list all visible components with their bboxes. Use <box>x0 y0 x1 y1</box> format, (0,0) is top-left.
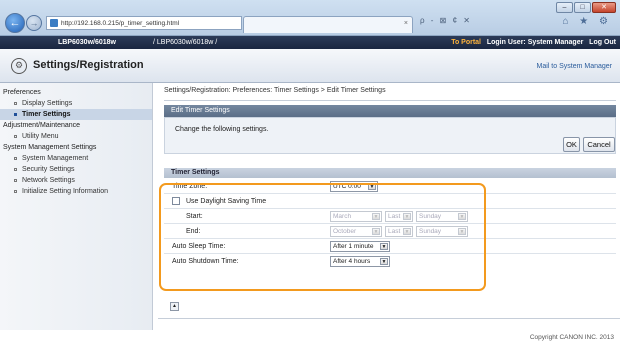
sidebar-item-network-settings[interactable]: Network Settings <box>0 175 152 186</box>
sidebar-item-label: Initialize Setting Information <box>22 188 108 195</box>
ok-button[interactable]: OK <box>563 137 580 152</box>
maximize-button[interactable]: □ <box>574 2 591 13</box>
header-links: To Portal Login User: System Manager Log… <box>451 36 616 49</box>
sidebar-item-label: System Management <box>22 155 89 162</box>
sidebar-item-initialize-settings[interactable]: Initialize Setting Information <box>0 186 152 197</box>
divider <box>164 100 616 101</box>
copyright-text: Copyright CANON INC. 2013 <box>529 334 614 341</box>
sidebar-item-label: Security Settings <box>22 166 75 173</box>
tab-close-icon[interactable]: × <box>404 20 408 27</box>
sidebar-item-timer-settings[interactable]: Timer Settings <box>0 109 152 120</box>
forward-button[interactable]: → <box>26 15 42 31</box>
panel-body: Change the following settings. <box>164 117 616 154</box>
sidebar-item-security-settings[interactable]: Security Settings <box>0 164 152 175</box>
cancel-button[interactable]: Cancel <box>583 137 615 152</box>
bullet-icon <box>14 168 17 171</box>
highlight-frame <box>159 183 486 291</box>
sidebar-section-adjustment[interactable]: Adjustment/Maintenance <box>0 120 152 131</box>
close-window-button[interactable]: ✕ <box>592 2 616 13</box>
sidebar-item-label: Timer Settings <box>22 111 71 118</box>
bullet-icon <box>14 113 17 116</box>
back-button[interactable]: ← <box>5 13 25 33</box>
sidebar-item-label: Network Settings <box>22 177 75 184</box>
footer-divider <box>158 318 620 319</box>
bullet-icon <box>14 135 17 138</box>
browser-tab[interactable]: × <box>243 16 413 33</box>
logout-link[interactable]: Log Out <box>589 39 616 46</box>
panel-title: Edit Timer Settings <box>164 105 616 117</box>
minimize-button[interactable]: – <box>556 2 573 13</box>
page-header: ⚙ Settings/Registration Mail to System M… <box>0 49 620 83</box>
page-title: Settings/Registration <box>33 59 144 71</box>
settings-logo-icon: ⚙ <box>11 58 27 74</box>
bullet-icon <box>14 157 17 160</box>
mail-to-manager-link[interactable]: Mail to System Manager <box>537 63 612 70</box>
scroll-top-icon[interactable]: ▲ <box>170 302 179 311</box>
browser-chrome: – □ ✕ ← → http://192.168.0.215/p_timer_s… <box>0 0 620 36</box>
favicon-icon <box>50 19 58 27</box>
sidebar-section-preferences[interactable]: Preferences <box>0 87 152 98</box>
toolbar-icons[interactable]: ⌂ ★ ⚙ <box>562 16 612 27</box>
sidebar-item-display-settings[interactable]: Display Settings <box>0 98 152 109</box>
window-controls: – □ ✕ <box>556 2 616 13</box>
section-title: Timer Settings <box>164 168 616 178</box>
bullet-icon <box>14 190 17 193</box>
device-path: / LBP6030w/6018w / <box>153 39 218 46</box>
address-tools[interactable]: ρ - ⊠ ¢ ✕ <box>420 16 472 25</box>
bullet-icon <box>14 179 17 182</box>
login-user-label: Login User: System Manager <box>486 39 584 46</box>
sidebar-item-label: Display Settings <box>22 100 73 107</box>
sidebar-item-system-management[interactable]: System Management <box>0 153 152 164</box>
sidebar-item-utility-menu[interactable]: Utility Menu <box>0 131 152 142</box>
sidebar-item-label: Utility Menu <box>22 133 59 140</box>
address-bar[interactable]: http://192.168.0.215/p_timer_setting.htm… <box>46 16 242 30</box>
breadcrumb: Settings/Registration: Preferences: Time… <box>164 87 386 94</box>
device-name: LBP6030w/6018w <box>58 39 116 46</box>
to-portal-link[interactable]: To Portal <box>451 39 481 46</box>
panel-message: Change the following settings. <box>175 126 269 133</box>
device-header-bar: LBP6030w/6018w / LBP6030w/6018w / To Por… <box>0 36 620 49</box>
bullet-icon <box>14 102 17 105</box>
sidebar-section-system-management[interactable]: System Management Settings <box>0 142 152 153</box>
sidebar: Preferences Display Settings Timer Setti… <box>0 83 153 330</box>
address-url: http://192.168.0.215/p_timer_setting.htm… <box>61 19 180 27</box>
